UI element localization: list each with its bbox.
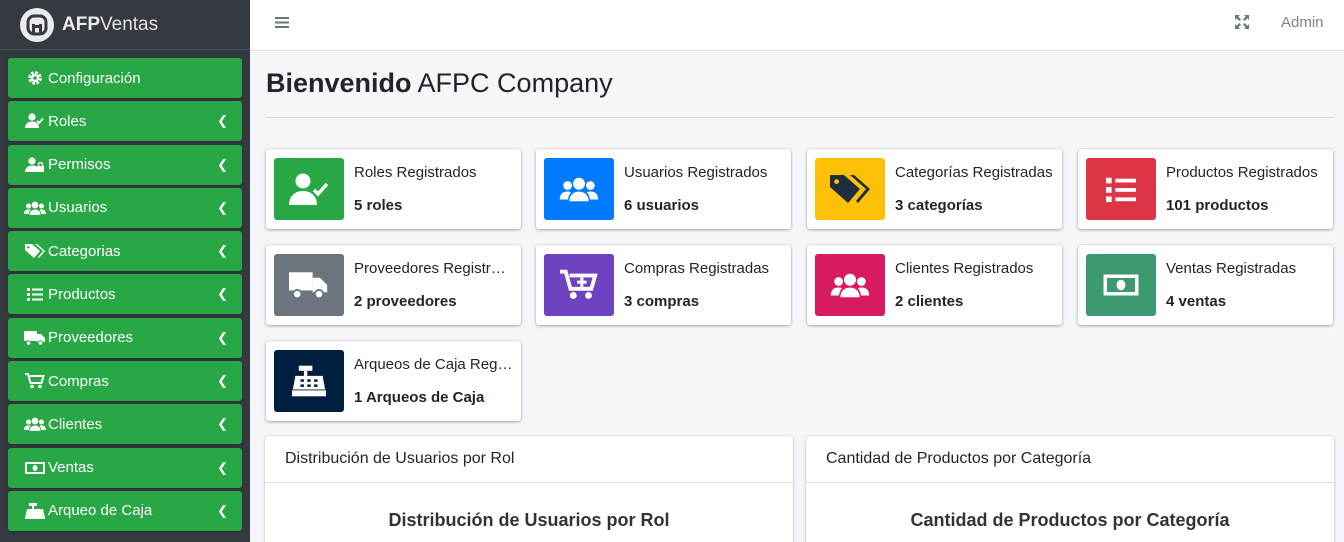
card-usuarios-por-rol: Distribución de Usuarios por Rol Distrib… <box>265 436 793 542</box>
info-box-text: Categorías Registradas <box>895 164 1053 181</box>
cash-register-icon <box>274 350 344 412</box>
info-box-text: Usuarios Registrados <box>624 164 768 181</box>
sidebar-item-configuracion[interactable]: Configuración <box>8 58 242 98</box>
sidebar-item-arqueo-de-caja[interactable]: Arqueo de Caja ❮ <box>8 490 242 531</box>
chart-title: Cantidad de Productos por Categoría <box>910 510 1230 530</box>
chevron-left-icon: ❮ <box>217 156 228 172</box>
sidebar-item-categorias[interactable]: Categorias ❮ <box>8 231 242 272</box>
sidebar-item-ventas[interactable]: Ventas ❮ <box>8 447 242 488</box>
sidebar-item-label: Productos <box>48 285 116 303</box>
chevron-left-icon: ❮ <box>217 113 228 129</box>
sidebar-item-label: Categorias <box>48 242 121 260</box>
sidebar-item-label: Clientes <box>48 415 103 433</box>
truck-icon <box>274 254 344 316</box>
info-box-number: 4 ventas <box>1166 293 1227 310</box>
user-check-icon <box>274 158 344 220</box>
info-box-text: Clientes Registrados <box>895 260 1034 277</box>
card-header: Cantidad de Productos por Categoría <box>806 436 1334 483</box>
chevron-left-icon: ❮ <box>217 243 228 259</box>
info-box-clientes[interactable]: Clientes Registrados 2 clientes <box>807 245 1062 325</box>
info-box-text: Compras Registradas <box>624 260 770 277</box>
sidebar-item-label: Configuración <box>48 69 141 87</box>
info-box-number: 101 productos <box>1166 197 1269 214</box>
sidebar-item-label: Permisos <box>48 156 111 174</box>
info-box-text: Arqueos de Caja Registrados <box>354 356 513 373</box>
info-box-text: Proveedores Registrados <box>354 260 513 277</box>
title-divider <box>266 117 1334 118</box>
sidebar-item-label: Arqueo de Caja <box>48 502 153 520</box>
hamburger-menu-icon[interactable] <box>274 15 290 34</box>
truck-icon <box>24 330 46 346</box>
sidebar-nav: Configuración Roles ❮ Permisos ❮ Usuario… <box>0 50 250 531</box>
info-box-text: Ventas Registradas <box>1166 260 1297 277</box>
sidebar-item-roles[interactable]: Roles ❮ <box>8 101 242 142</box>
users-icon <box>815 254 885 316</box>
brand-logo-icon <box>20 7 54 42</box>
users-icon <box>544 158 614 220</box>
info-box-arqueos[interactable]: Arqueos de Caja Registrados 1 Arqueos de… <box>266 341 521 421</box>
page-title: Bienvenido AFPC Company <box>266 68 613 98</box>
info-box-number: 1 Arqueos de Caja <box>354 389 485 406</box>
chevron-left-icon: ❮ <box>217 373 228 389</box>
info-box-number: 5 roles <box>354 197 403 214</box>
sidebar-item-label: Ventas <box>48 459 94 477</box>
money-icon <box>1086 254 1156 316</box>
list-icon <box>24 286 46 302</box>
info-box-roles[interactable]: Roles Registrados 5 roles <box>266 149 521 229</box>
sidebar-item-label: Usuarios <box>48 199 108 217</box>
sidebar-item-usuarios[interactable]: Usuarios ❮ <box>8 187 242 228</box>
cart-icon <box>24 373 46 389</box>
users-icon <box>24 416 46 432</box>
cash-register-icon <box>24 502 46 519</box>
chevron-left-icon: ❮ <box>217 502 228 518</box>
info-box-number: 3 compras <box>624 293 700 310</box>
chevron-left-icon: ❮ <box>217 329 228 345</box>
sidebar-item-label: Compras <box>48 372 109 390</box>
main-content: Bienvenido AFPC Company <box>266 51 1334 118</box>
user-lock-icon <box>24 156 46 173</box>
info-box-usuarios[interactable]: Usuarios Registrados 6 usuarios <box>536 149 791 229</box>
info-box-ventas[interactable]: Ventas Registradas 4 ventas <box>1078 245 1333 325</box>
tags-icon <box>24 243 46 259</box>
brand-link[interactable]: AFPVentas <box>0 0 250 50</box>
user-menu-admin[interactable]: Admin <box>1281 14 1324 31</box>
chart-title: Distribución de Usuarios por Rol <box>388 510 670 530</box>
users-icon <box>24 200 46 216</box>
card-header: Distribución de Usuarios por Rol <box>265 436 793 483</box>
info-box-proveedores[interactable]: Proveedores Registrados 2 proveedores <box>266 245 521 325</box>
gear-icon <box>24 70 46 86</box>
sidebar: AFPVentas Configuración Roles ❮ Permisos… <box>0 0 250 542</box>
chevron-left-icon: ❮ <box>217 199 228 215</box>
info-box-number: 2 clientes <box>895 293 964 310</box>
list-icon <box>1086 158 1156 220</box>
chevron-left-icon: ❮ <box>217 286 228 302</box>
sidebar-item-productos[interactable]: Productos ❮ <box>8 274 242 315</box>
cart-plus-icon <box>544 254 614 316</box>
sidebar-item-compras[interactable]: Compras ❮ <box>8 361 242 402</box>
info-box-number: 3 categorías <box>895 197 983 214</box>
sidebar-item-label: Proveedores <box>48 329 134 347</box>
card-productos-por-categoria: Cantidad de Productos por Categoría Cant… <box>806 436 1334 542</box>
sidebar-item-clientes[interactable]: Clientes ❮ <box>8 404 242 445</box>
info-box-text: Productos Registrados <box>1166 164 1318 181</box>
info-box-productos[interactable]: Productos Registrados 101 productos <box>1078 149 1333 229</box>
info-box-number: 2 proveedores <box>354 293 457 310</box>
info-box-compras[interactable]: Compras Registradas 3 compras <box>536 245 791 325</box>
chevron-left-icon: ❮ <box>217 459 228 475</box>
user-check-icon <box>24 113 46 129</box>
info-box-number: 6 usuarios <box>624 197 700 214</box>
tags-icon <box>815 158 885 220</box>
fullscreen-icon[interactable] <box>1234 14 1250 35</box>
info-box-text: Roles Registrados <box>354 164 477 181</box>
chevron-left-icon: ❮ <box>217 416 228 432</box>
info-box-categorias[interactable]: Categorías Registradas 3 categorías <box>807 149 1062 229</box>
sidebar-item-proveedores[interactable]: Proveedores ❮ <box>8 317 242 358</box>
sidebar-item-permisos[interactable]: Permisos ❮ <box>8 144 242 185</box>
top-navbar: Admin <box>250 0 1344 51</box>
money-icon <box>24 460 46 476</box>
sidebar-item-label: Roles <box>48 112 87 130</box>
brand-name: AFPVentas <box>62 13 159 35</box>
